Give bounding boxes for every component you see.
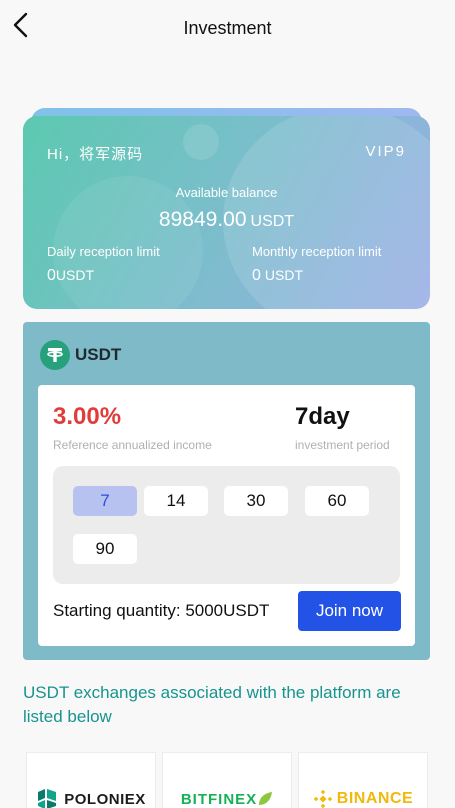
available-balance-value: 89849.00 USDT	[23, 208, 430, 232]
period-option-14[interactable]: 14	[144, 486, 208, 516]
tether-icon	[40, 340, 70, 370]
vip-badge: VIP9	[365, 143, 406, 160]
exchange-card-poloniex[interactable]: POLONIEX	[26, 752, 156, 808]
investment-period-label: investment period	[295, 438, 390, 452]
product-details: 3.00% Reference annualized income 7day i…	[38, 385, 415, 646]
coin-header: USDT	[40, 339, 121, 371]
balance-unit: USDT	[250, 213, 295, 230]
period-option-90[interactable]: 90	[73, 534, 137, 564]
daily-limit-value: 0USDT	[47, 267, 94, 285]
exchange-card-binance[interactable]: BINANCE	[298, 752, 428, 808]
bitfinex-logo: BITFINEX	[181, 791, 273, 808]
monthly-limit-label: Monthly reception limit	[252, 244, 382, 259]
period-option-60[interactable]: 60	[305, 486, 369, 516]
available-balance-label: Available balance	[175, 185, 278, 200]
starting-quantity: Starting quantity: 5000USDT	[53, 601, 269, 621]
decor-bubble	[183, 124, 219, 160]
exchanges-note: USDT exchanges associated with the platf…	[23, 683, 401, 726]
daily-limit-unit: USDT	[55, 267, 95, 283]
starting-quantity-value: 5000USDT	[185, 601, 270, 620]
daily-limit-amount: 0	[47, 267, 56, 284]
starting-quantity-label: Starting quantity:	[53, 601, 181, 620]
period-option-7[interactable]: 7	[73, 486, 137, 516]
bitfinex-name: BITFINEX	[180, 790, 258, 808]
top-bar: Investment	[0, 0, 455, 56]
exchange-card-bitfinex[interactable]: BITFINEX	[162, 752, 292, 808]
page-title: Investment	[183, 18, 272, 38]
period-option-30[interactable]: 30	[224, 486, 288, 516]
binance-name: BINANCE	[336, 790, 414, 807]
poloniex-name: POLONIEX	[64, 790, 146, 808]
coin-name: USDT	[75, 345, 122, 364]
investment-period: 7day	[295, 403, 350, 430]
poloniex-logo: POLONIEX	[36, 788, 146, 808]
daily-limit-label: Daily reception limit	[47, 244, 160, 259]
annualized-rate: 3.00%	[53, 403, 122, 430]
greeting-text: Hi，将军源码	[47, 146, 144, 163]
balance-card: Hi，将军源码 VIP9 Available balance 89849.00 U…	[23, 108, 430, 310]
balance-card-face: Hi，将军源码 VIP9 Available balance 89849.00 U…	[23, 116, 430, 309]
investment-product-panel: USDT 3.00% Reference annualized income 7…	[23, 322, 430, 660]
binance-logo: BINANCE	[313, 789, 413, 808]
join-now-button[interactable]: Join now	[298, 591, 401, 631]
period-selector: 7 14 30 60 90	[53, 466, 400, 584]
poloniex-logo-icon	[38, 789, 57, 808]
balance-amount: 89849.00	[158, 208, 247, 231]
annualized-rate-label: Reference annualized income	[53, 438, 212, 452]
monthly-limit-value: 0 USDT	[252, 267, 303, 285]
bitfinex-leaf-icon	[259, 792, 273, 805]
monthly-limit-amount: 0	[252, 267, 261, 284]
monthly-limit-unit: USDT	[264, 267, 304, 283]
binance-logo-icon	[313, 789, 333, 808]
